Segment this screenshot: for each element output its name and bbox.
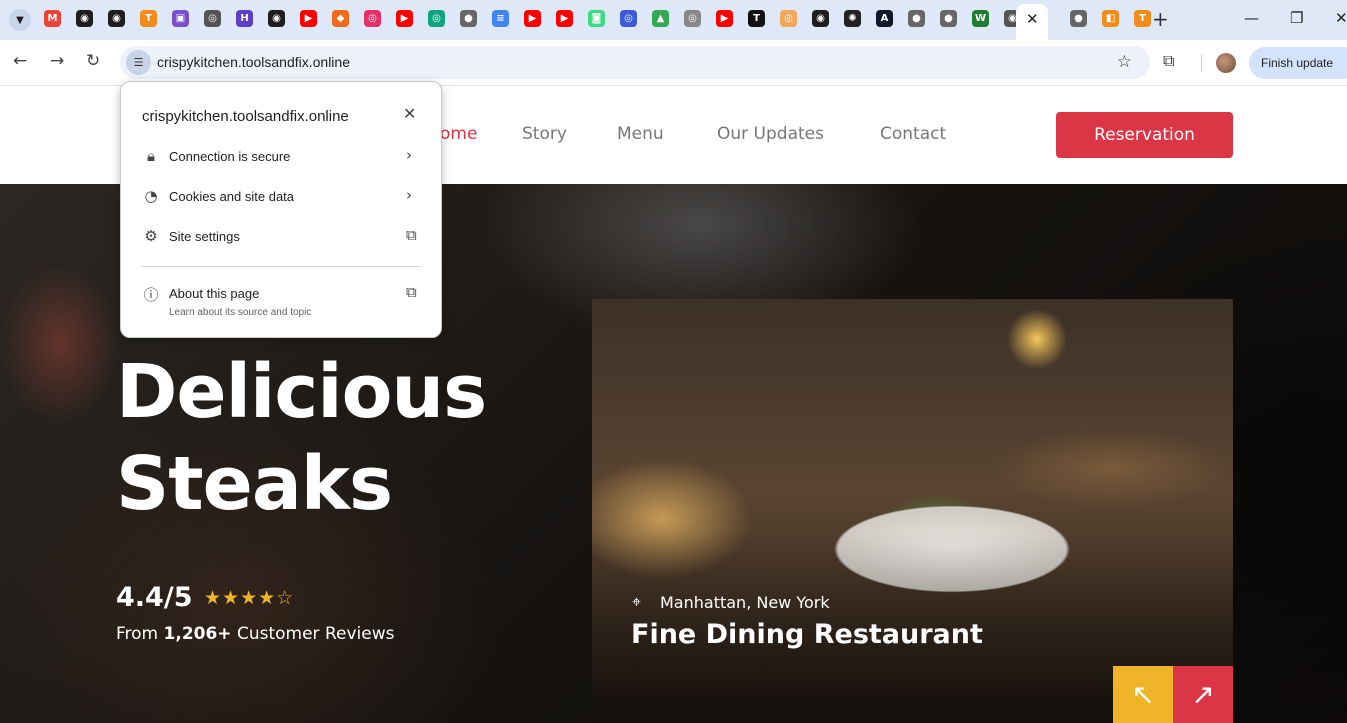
youtube-icon[interactable]: ▶ <box>556 10 573 27</box>
back-icon[interactable]: ← <box>13 51 27 71</box>
drive-icon[interactable]: ▲ <box>652 10 669 27</box>
purple-app-icon[interactable]: ▣ <box>172 10 189 27</box>
review-count-text: From 1,206+ Customer Reviews <box>116 624 394 644</box>
youtube-icon[interactable]: ▶ <box>524 10 541 27</box>
close-icon[interactable]: ✕ <box>403 104 416 123</box>
forward-icon[interactable]: → <box>50 51 64 71</box>
pink-app-icon[interactable]: ◎ <box>364 10 381 27</box>
search-app-icon[interactable]: ◎ <box>684 10 701 27</box>
youtube-icon[interactable]: ▶ <box>396 10 413 27</box>
globe-icon[interactable]: ● <box>908 10 925 27</box>
restaurant-photo: ⌖ Manhattan, New York Fine Dining Restau… <box>592 299 1233 723</box>
orange-app-icon[interactable]: ◧ <box>1102 10 1119 27</box>
youtube-icon[interactable]: ▶ <box>300 10 317 27</box>
orange-box-icon[interactable]: ◆ <box>332 10 349 27</box>
tab-strip: ▼ M ◉ ◉ T ▣ ◎ H ◉ ▶ ◆ ◎ ▶ ◎ ● ≡ ▶ ▶ ◙ ◎ ▲ ◎ ▶ T ◎ ◉ ✺ A ● ● W ◉ ● ◧ T ✕ +… <box>0 0 1347 40</box>
docs-icon[interactable]: ≡ <box>492 10 509 27</box>
extensions-icon[interactable]: ⧉ <box>1163 51 1174 71</box>
android-icon[interactable]: ◙ <box>588 10 605 27</box>
browser-toolbar: ← → ↻ ☰ crispykitchen.toolsandfix.online… <box>0 40 1347 86</box>
slider-next-button[interactable]: ↗ <box>1173 666 1233 723</box>
info-icon: ⓘ <box>143 286 159 304</box>
tab-search-button[interactable]: ▼ <box>9 9 31 31</box>
youtube-icon[interactable]: ▶ <box>716 10 733 27</box>
site-info-popup: crispykitchen.toolsandfix.online ✕ 🔒︎ Co… <box>120 81 442 338</box>
nav-home[interactable]: ome <box>440 124 477 144</box>
rating-value: 4.4/5 <box>116 582 193 613</box>
globe-icon[interactable]: ● <box>460 10 477 27</box>
slider-prev-button[interactable]: ↖ <box>1113 666 1173 723</box>
row-label: Cookies and site data <box>169 189 295 204</box>
external-link-icon: ⧉ <box>406 226 417 244</box>
external-link-icon: ⧉ <box>406 283 417 301</box>
popup-title: crispykitchen.toolsandfix.online <box>142 108 349 125</box>
photo-title: Fine Dining Restaurant <box>631 619 983 650</box>
row-label: About this page <box>169 286 260 301</box>
row-label: Connection is secure <box>169 149 291 164</box>
shell-icon[interactable]: ◎ <box>780 10 797 27</box>
review-suffix: Customer Reviews <box>231 624 395 644</box>
toolbar-divider <box>1201 55 1202 72</box>
t-logo-icon[interactable]: T <box>140 10 157 27</box>
chatgpt-icon[interactable]: ◎ <box>204 10 221 27</box>
review-count: 1,206+ <box>163 624 232 644</box>
site-info-icon[interactable]: ☰ <box>126 50 151 75</box>
row-label: Site settings <box>169 229 240 244</box>
url-text[interactable]: crispykitchen.toolsandfix.online <box>157 54 350 70</box>
reload-icon[interactable]: ↻ <box>86 51 100 71</box>
github-icon[interactable]: ◉ <box>108 10 125 27</box>
dark-logo-icon[interactable]: A <box>876 10 893 27</box>
cookies-row[interactable]: ◔ Cookies and site data › <box>121 178 441 218</box>
globe-icon[interactable]: ● <box>940 10 957 27</box>
gear-icon: ⚙ <box>144 227 158 245</box>
cookie-icon: ◔ <box>144 187 158 205</box>
nav-our-updates[interactable]: Our Updates <box>717 124 824 144</box>
hero-title-line: Steaks <box>116 441 393 527</box>
circle-app-icon[interactable]: ◎ <box>620 10 637 27</box>
bookmark-star-icon[interactable]: ☆ <box>1117 52 1132 72</box>
new-tab-button[interactable]: + <box>1152 7 1169 31</box>
site-settings-row[interactable]: ⚙ Site settings ⧉ <box>121 218 441 258</box>
globe-icon[interactable]: ● <box>1070 10 1087 27</box>
nav-menu[interactable]: Menu <box>617 124 664 144</box>
nav-contact[interactable]: Contact <box>880 124 946 144</box>
connection-secure-row[interactable]: 🔒︎ Connection is secure › <box>121 138 441 178</box>
chevron-right-icon: › <box>406 186 412 204</box>
photo-overlay <box>592 299 1233 723</box>
purple-logo-icon[interactable]: H <box>236 10 253 27</box>
location-pin-icon: ⌖ <box>632 592 642 611</box>
github-icon[interactable]: ◉ <box>76 10 93 27</box>
chatgpt-icon[interactable]: ◎ <box>428 10 445 27</box>
close-window-icon[interactable]: ✕ <box>1335 9 1347 27</box>
hero-title: Delicious Steaks <box>116 346 586 530</box>
rating-stars-icon: ★★★★☆ <box>204 587 295 609</box>
close-tab-icon[interactable]: ✕ <box>1026 10 1039 28</box>
openai-icon[interactable]: ✺ <box>844 10 861 27</box>
popup-divider <box>141 266 421 267</box>
minimize-icon[interactable]: — <box>1244 9 1259 27</box>
t-logo-icon[interactable]: T <box>1134 10 1151 27</box>
lock-icon: 🔒︎ <box>147 147 155 165</box>
about-page-subtitle: Learn about its source and topic <box>169 307 312 318</box>
w-logo-icon[interactable]: W <box>972 10 989 27</box>
review-prefix: From <box>116 624 164 644</box>
profile-avatar[interactable] <box>1216 53 1236 73</box>
gmail-icon[interactable]: M <box>44 10 61 27</box>
nav-story[interactable]: Story <box>522 124 567 144</box>
github-icon[interactable]: ◉ <box>812 10 829 27</box>
address-bar[interactable]: ☰ crispykitchen.toolsandfix.online ☆ <box>120 46 1150 79</box>
restore-icon[interactable]: ❐ <box>1290 9 1303 27</box>
github-icon[interactable]: ◉ <box>268 10 285 27</box>
chevron-right-icon: › <box>406 146 412 164</box>
reservation-button[interactable]: Reservation <box>1056 112 1233 158</box>
hero-title-line: Delicious <box>116 349 487 435</box>
tw-logo-icon[interactable]: T <box>748 10 765 27</box>
location-text: Manhattan, New York <box>660 593 830 612</box>
finish-update-button[interactable]: Finish update <box>1249 47 1347 79</box>
